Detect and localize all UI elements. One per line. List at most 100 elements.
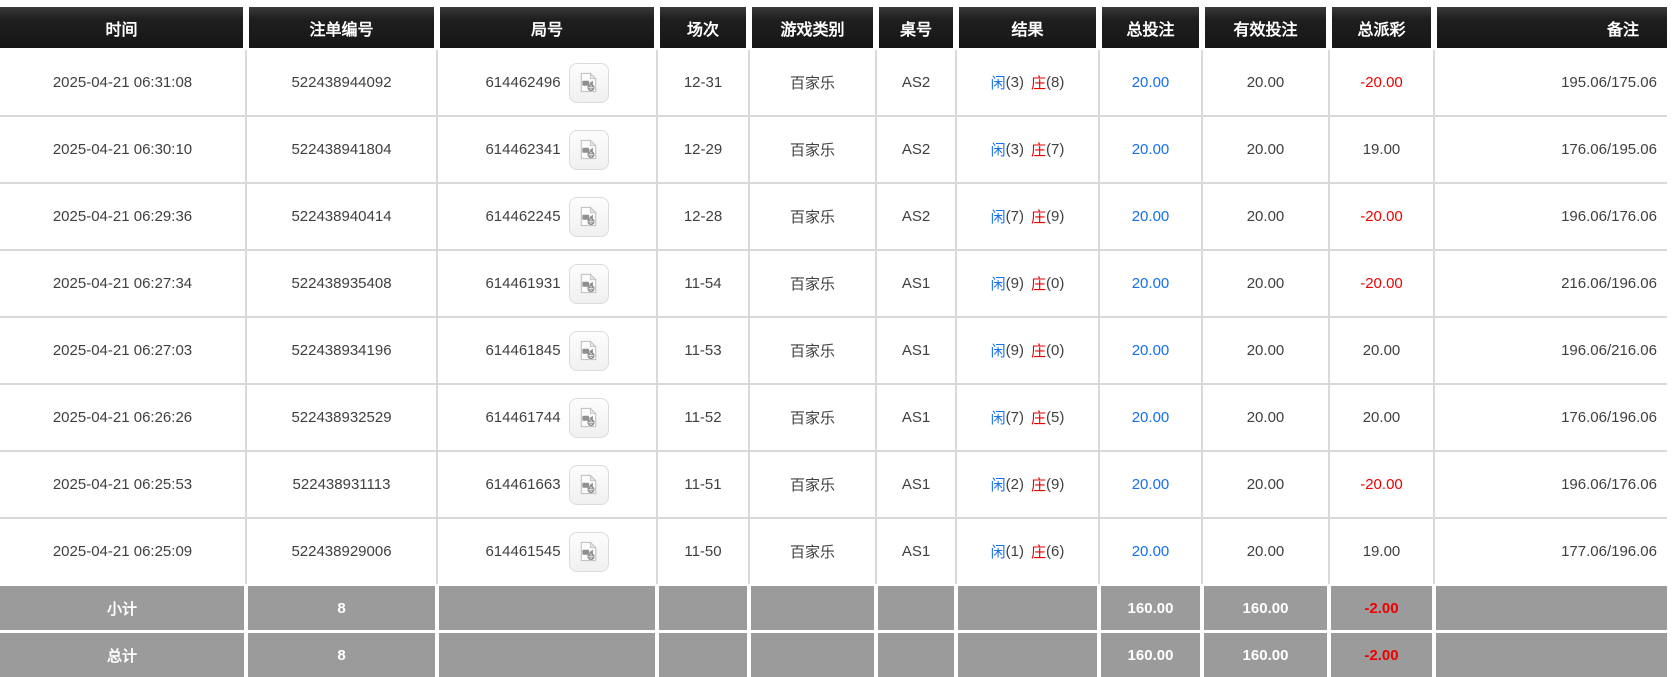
summary-valid-bet: 160.00 [1203, 586, 1328, 630]
video-replay-button[interactable] [569, 63, 609, 103]
cell-time: 2025-04-21 06:25:09 [0, 519, 245, 584]
cell-remark: 196.06/176.06 [1435, 184, 1667, 249]
cell-game-type: 百家乐 [750, 251, 875, 316]
cell-time: 2025-04-21 06:31:08 [0, 50, 245, 115]
cell-session: 11-52 [658, 385, 748, 450]
video-replay-button[interactable] [569, 398, 609, 438]
cell-session: 12-31 [658, 50, 748, 115]
video-file-icon [577, 473, 600, 496]
banker-result-label: 庄 [1031, 474, 1046, 495]
cell-time: 2025-04-21 06:25:53 [0, 452, 245, 517]
banker-result-label: 庄 [1031, 541, 1046, 562]
round-id: 614461663 [485, 476, 560, 493]
cell-game-type: 百家乐 [750, 519, 875, 584]
table-row: 2025-04-21 06:29:36 522438940414 6144622… [0, 184, 1667, 249]
banker-result-score: (6) [1046, 543, 1064, 560]
video-replay-button[interactable] [569, 331, 609, 371]
video-file-icon [577, 339, 600, 362]
summary-remark [1435, 633, 1667, 677]
cell-session: 12-29 [658, 117, 748, 182]
cell-session: 11-50 [658, 519, 748, 584]
cell-result: 闲(2) 庄(9) [957, 452, 1098, 517]
cell-bet-id: 522438941804 [247, 117, 436, 182]
cell-round: 614462496 [438, 50, 656, 115]
player-result-label: 闲 [991, 474, 1006, 495]
summary-empty [658, 586, 748, 630]
cell-remark: 196.06/176.06 [1435, 452, 1667, 517]
cell-table-id: AS1 [877, 385, 955, 450]
cell-result: 闲(9)庄(0) [957, 318, 1098, 383]
cell-payout: -20.00 [1330, 50, 1433, 115]
cell-valid-bet: 20.00 [1203, 117, 1328, 182]
table-row: 2025-04-21 06:25:53 522438931113 6144616… [0, 452, 1667, 517]
player-result-label: 闲 [991, 273, 1006, 294]
table-row: 2025-04-21 06:27:34 522438935408 6144619… [0, 251, 1667, 316]
player-result-score: (3) [1006, 74, 1024, 91]
video-replay-button[interactable] [569, 532, 609, 572]
round-id: 614461545 [485, 543, 560, 560]
video-replay-button[interactable] [569, 197, 609, 237]
video-replay-button[interactable] [569, 264, 609, 304]
cell-game-type: 百家乐 [750, 385, 875, 450]
summary-row: 总计 8 160.00 160.00 -2.00 [0, 633, 1667, 677]
cell-payout: -20.00 [1330, 251, 1433, 316]
summary-empty [877, 586, 955, 630]
player-result-score: (9) [1006, 342, 1024, 359]
column-header-valid-bet: 有效投注 [1203, 7, 1328, 48]
summary-count: 8 [247, 633, 436, 677]
summary-empty [957, 586, 1098, 630]
banker-result-score: (9) [1046, 208, 1064, 225]
video-file-icon [577, 205, 600, 228]
cell-table-id: AS1 [877, 519, 955, 584]
cell-result: 闲(9)庄(0) [957, 251, 1098, 316]
cell-time: 2025-04-21 06:29:36 [0, 184, 245, 249]
table-row: 2025-04-21 06:27:03 522438934196 6144618… [0, 318, 1667, 383]
video-replay-button[interactable] [569, 130, 609, 170]
cell-total-bet: 20.00 [1100, 519, 1201, 584]
cell-payout: 20.00 [1330, 318, 1433, 383]
cell-payout: -20.00 [1330, 452, 1433, 517]
cell-remark: 176.06/196.06 [1435, 385, 1667, 450]
column-header-table-id: 桌号 [877, 7, 955, 48]
cell-game-type: 百家乐 [750, 318, 875, 383]
cell-payout: 20.00 [1330, 385, 1433, 450]
summary-payout: -2.00 [1330, 586, 1433, 630]
cell-round: 614461845 [438, 318, 656, 383]
column-header-time: 时间 [0, 7, 245, 48]
cell-valid-bet: 20.00 [1203, 50, 1328, 115]
cell-result: 闲(1)庄(6) [957, 519, 1098, 584]
summary-empty [877, 633, 955, 677]
cell-result: 闲(3)庄(7) [957, 117, 1098, 182]
video-replay-button[interactable] [569, 465, 609, 505]
cell-payout: -20.00 [1330, 184, 1433, 249]
round-id: 614462245 [485, 208, 560, 225]
cell-bet-id: 522438929006 [247, 519, 436, 584]
banker-result-score: (5) [1046, 409, 1064, 426]
cell-round: 614461545 [438, 519, 656, 584]
summary-remark [1435, 586, 1667, 630]
cell-time: 2025-04-21 06:26:26 [0, 385, 245, 450]
cell-result: 闲(3)庄(8) [957, 50, 1098, 115]
cell-session: 11-51 [658, 452, 748, 517]
banker-result-score: (9) [1046, 476, 1064, 493]
round-id: 614461931 [485, 275, 560, 292]
video-file-icon [577, 71, 600, 94]
cell-round: 614461744 [438, 385, 656, 450]
player-result-label: 闲 [991, 72, 1006, 93]
table-summary: 小计 8 160.00 160.00 -2.00 总计 8 160.00 160… [0, 586, 1667, 677]
banker-result-label: 庄 [1031, 139, 1046, 160]
cell-table-id: AS1 [877, 318, 955, 383]
column-header-game-type: 游戏类别 [750, 7, 875, 48]
summary-label: 总计 [0, 633, 245, 677]
banker-result-label: 庄 [1031, 407, 1046, 428]
player-result-score: (2) [1006, 476, 1024, 493]
player-result-label: 闲 [991, 407, 1006, 428]
bet-records-page: 时间 注单编号 局号 场次 游戏类别 桌号 结果 总投注 有效投注 总派彩 备注… [0, 0, 1679, 677]
player-result-score: (3) [1006, 141, 1024, 158]
cell-valid-bet: 20.00 [1203, 251, 1328, 316]
round-id: 614461845 [485, 342, 560, 359]
player-result-score: (1) [1006, 543, 1024, 560]
summary-total-bet: 160.00 [1100, 586, 1201, 630]
column-header-payout: 总派彩 [1330, 7, 1433, 48]
cell-total-bet: 20.00 [1100, 184, 1201, 249]
